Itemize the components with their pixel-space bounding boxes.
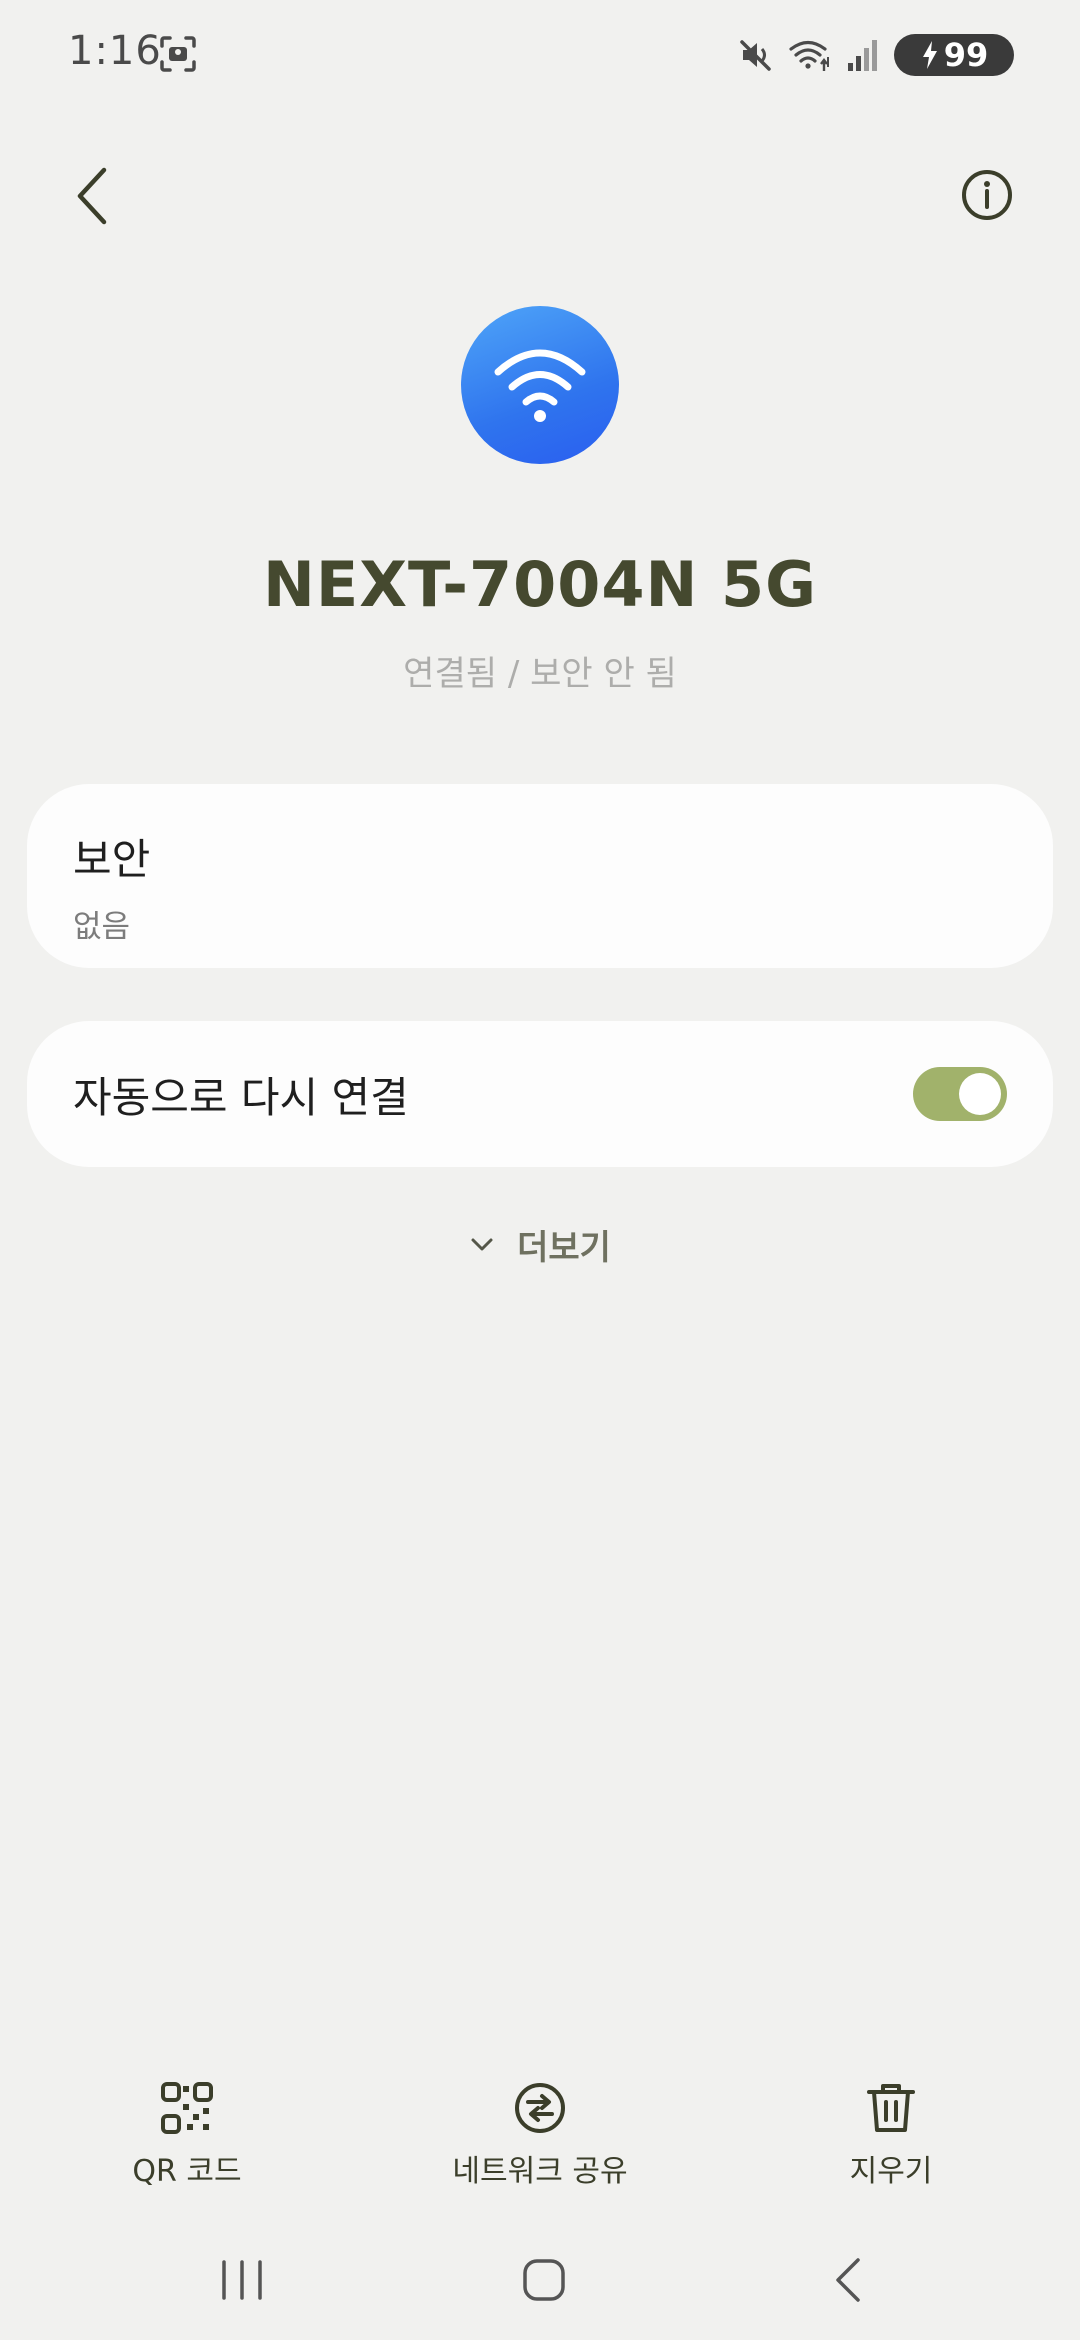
security-card[interactable]: 보안 없음 xyxy=(27,784,1053,968)
bottom-action-bar: QR 코드 네트워크 공유 지우기 xyxy=(0,2080,1080,2200)
share-network-label: 네트워크 공유 xyxy=(452,2154,628,2189)
network-status: 연결됨 / 보안 안 됨 xyxy=(403,654,677,694)
wifi-icon xyxy=(494,349,586,422)
back-button[interactable] xyxy=(62,160,126,232)
charging-icon xyxy=(922,41,937,69)
battery-indicator: 99 xyxy=(894,34,1014,76)
auto-reconnect-label: 자동으로 다시 연결 xyxy=(73,1072,409,1122)
share-network-button[interactable]: 네트워크 공유 xyxy=(410,2080,670,2190)
wifi-icon xyxy=(789,40,829,71)
status-time: 1:16 xyxy=(68,28,162,74)
delete-label: 지우기 xyxy=(849,2154,933,2189)
auto-reconnect-card[interactable]: 자동으로 다시 연결 xyxy=(27,1021,1053,1167)
signal-icon xyxy=(848,40,877,71)
wifi-network-detail-screen: 1:16 99 NEXT-7004N 5G 연결됨 / 보안 안 됨 보안 없음… xyxy=(0,0,1080,2340)
info-icon[interactable] xyxy=(960,168,1014,222)
qr-code-label: QR 코드 xyxy=(132,2154,242,2189)
battery-level: 99 xyxy=(943,36,989,74)
status-icons: 99 xyxy=(738,32,1014,78)
system-nav-bar xyxy=(0,2240,1080,2320)
home-icon xyxy=(523,2259,565,2301)
trash-icon xyxy=(867,2084,915,2132)
recent-apps-icon xyxy=(222,2260,262,2300)
qr-code-icon xyxy=(161,2082,213,2134)
share-network-icon xyxy=(515,2083,565,2133)
mute-icon xyxy=(740,40,771,71)
security-title: 보안 xyxy=(73,835,151,884)
more-button[interactable]: 더보기 xyxy=(0,1220,1080,1269)
chevron-down-icon xyxy=(471,1238,493,1250)
nav-back-button[interactable] xyxy=(798,2240,898,2320)
wifi-network-icon xyxy=(461,306,619,464)
more-label: 더보기 xyxy=(517,1228,611,1268)
recent-apps-button[interactable] xyxy=(192,2240,292,2320)
home-button[interactable] xyxy=(494,2240,594,2320)
network-name: NEXT-7004N 5G xyxy=(262,548,818,621)
toggle-knob xyxy=(959,1073,1001,1115)
delete-button[interactable]: 지우기 xyxy=(761,2080,1021,2190)
screenshot-icon xyxy=(160,36,196,72)
auto-reconnect-toggle[interactable] xyxy=(913,1067,1007,1121)
security-value: 없음 xyxy=(73,909,131,945)
qr-code-button[interactable]: QR 코드 xyxy=(57,2080,317,2190)
back-icon xyxy=(836,2258,860,2302)
